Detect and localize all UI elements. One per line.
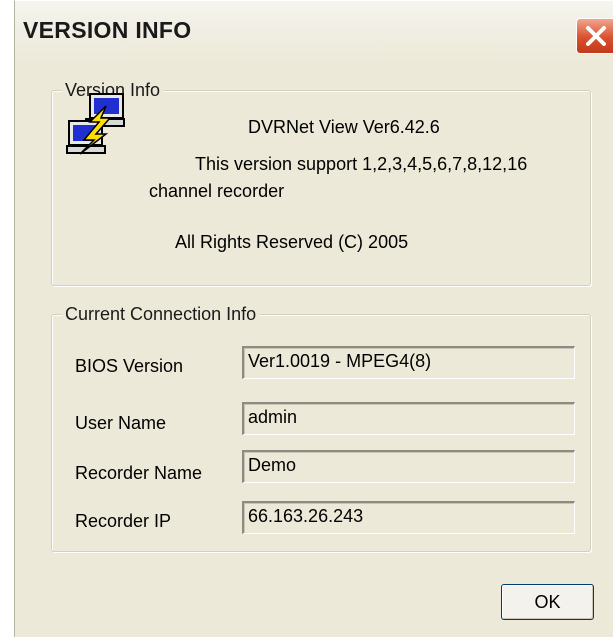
bios-version-label: BIOS Version [75,356,184,376]
recorder-ip-label: Recorder IP [75,511,172,531]
user-name-field: admin [242,402,575,435]
ok-button[interactable]: OK [501,584,594,620]
support-text-line-1: This version support 1,2,3,4,5,6,7,8,12,… [195,154,528,174]
connection-info-legend: Current Connection Info [62,304,260,325]
close-icon [586,26,606,46]
product-version-text: DVRNet View Ver6.42.6 [248,117,440,137]
window-title: VERSION INFO [23,17,192,43]
version-info-dialog: VERSION INFO Version Info DVRNet View Ve… [14,0,613,637]
copyright-text: All Rights Reserved (C) 2005 [175,232,409,252]
recorder-name-label: Recorder Name [75,463,203,483]
recorder-name-field: Demo [242,450,575,483]
network-computers-icon [66,93,125,155]
recorder-ip-field: 66.163.26.243 [242,501,575,534]
title-bar[interactable]: VERSION INFO [15,1,613,63]
bios-version-field: Ver1.0019 - MPEG4(8) [242,346,575,379]
close-button[interactable] [576,18,613,54]
user-name-label: User Name [75,413,167,433]
support-text-line-2: channel recorder [149,181,285,201]
